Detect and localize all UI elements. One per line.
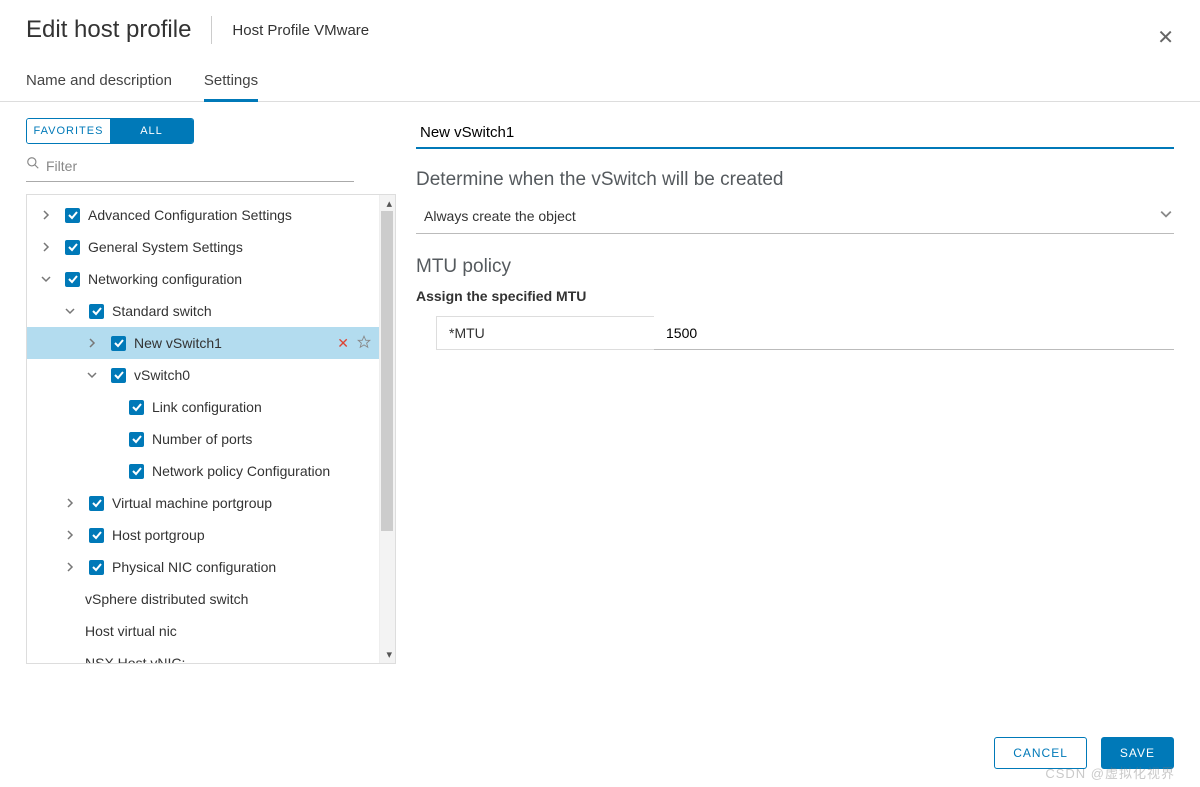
tree-item-advanced[interactable]: Advanced Configuration Settings (27, 199, 379, 231)
favorites-toggle[interactable]: FAVORITES (27, 119, 110, 143)
tree-view: Advanced Configuration Settings General … (27, 195, 379, 663)
tree-label: Network policy Configuration (152, 463, 379, 479)
checkbox[interactable] (89, 560, 104, 575)
scroll-down-icon[interactable]: ▾ (386, 648, 392, 661)
checkbox[interactable] (89, 496, 104, 511)
checkbox[interactable] (65, 240, 80, 255)
chevron-right-icon[interactable] (39, 240, 53, 254)
tree-item-general[interactable]: General System Settings (27, 231, 379, 263)
tree-item-host-portgroup[interactable]: Host portgroup (27, 519, 379, 551)
tree-item-vswitch0[interactable]: vSwitch0 (27, 359, 379, 391)
tree-item-number-ports[interactable]: Number of ports (27, 423, 379, 455)
filter-input[interactable] (46, 158, 354, 174)
chevron-right-icon[interactable] (63, 496, 77, 510)
tree-item-standard-switch[interactable]: Standard switch (27, 295, 379, 327)
tree-item-vsphere-dist[interactable]: vSphere distributed switch (27, 583, 379, 615)
checkbox[interactable] (111, 336, 126, 351)
checkbox[interactable] (111, 368, 126, 383)
tree-item-new-vswitch1[interactable]: New vSwitch1 ✕ (27, 327, 379, 359)
profile-name: Host Profile VMware (232, 22, 369, 39)
search-icon (26, 156, 40, 175)
tab-settings[interactable]: Settings (204, 72, 258, 102)
tree-item-network-policy[interactable]: Network policy Configuration (27, 455, 379, 487)
checkbox[interactable] (129, 400, 144, 415)
tab-name-description[interactable]: Name and description (26, 72, 172, 101)
scrollbar-thumb[interactable] (381, 211, 393, 531)
chevron-down-icon (1160, 207, 1172, 225)
tree-item-physical-nic[interactable]: Physical NIC configuration (27, 551, 379, 583)
mtu-policy-label: MTU policy (416, 256, 1174, 278)
tree-label: vSwitch0 (134, 367, 379, 383)
tree-label: New vSwitch1 (134, 335, 337, 351)
chevron-down-icon[interactable] (85, 368, 99, 382)
all-toggle[interactable]: ALL (110, 119, 193, 143)
close-icon[interactable]: ✕ (1157, 28, 1174, 48)
determine-label: Determine when the vSwitch will be creat… (416, 169, 1174, 191)
select-value: Always create the object (424, 208, 576, 224)
tree-label: vSphere distributed switch (85, 591, 379, 607)
tree-item-link-config[interactable]: Link configuration (27, 391, 379, 423)
mtu-assign-label: Assign the specified MTU (416, 288, 1174, 304)
checkbox[interactable] (65, 272, 80, 287)
tree-label: Host portgroup (112, 527, 379, 543)
tree-label: Number of ports (152, 431, 379, 447)
checkbox[interactable] (129, 464, 144, 479)
header-divider (211, 16, 212, 44)
cancel-button[interactable]: CANCEL (994, 737, 1087, 769)
mtu-input[interactable] (666, 325, 1162, 341)
tree-label: Networking configuration (88, 271, 379, 287)
chevron-right-icon[interactable] (39, 208, 53, 222)
checkbox[interactable] (89, 304, 104, 319)
view-toggle: FAVORITES ALL (26, 118, 194, 144)
tree-label: Advanced Configuration Settings (88, 207, 379, 223)
mtu-field-label: *MTU (436, 316, 654, 350)
scroll-up-icon[interactable]: ▴ (386, 197, 392, 210)
tree-label: NSX Host vNIC: (85, 655, 379, 663)
tree-item-vm-portgroup[interactable]: Virtual machine portgroup (27, 487, 379, 519)
chevron-right-icon[interactable] (63, 528, 77, 542)
tree-label: Link configuration (152, 399, 379, 415)
dialog-title: Edit host profile (26, 16, 191, 44)
tree-item-host-vnic[interactable]: Host virtual nic (27, 615, 379, 647)
tree-item-networking[interactable]: Networking configuration (27, 263, 379, 295)
tree-label: Virtual machine portgroup (112, 495, 379, 511)
delete-icon[interactable]: ✕ (337, 335, 349, 352)
checkbox[interactable] (89, 528, 104, 543)
item-name-input[interactable] (416, 118, 1174, 147)
chevron-down-icon[interactable] (39, 272, 53, 286)
tree-label: General System Settings (88, 239, 379, 255)
chevron-right-icon[interactable] (63, 560, 77, 574)
save-button[interactable]: SAVE (1101, 737, 1174, 769)
tree-label: Physical NIC configuration (112, 559, 379, 575)
tree-item-nsx-vnic[interactable]: NSX Host vNIC: (27, 647, 379, 663)
chevron-right-icon[interactable] (85, 336, 99, 350)
tree-label: Standard switch (112, 303, 379, 319)
chevron-down-icon[interactable] (63, 304, 77, 318)
tree-label: Host virtual nic (85, 623, 379, 639)
checkbox[interactable] (129, 432, 144, 447)
scrollbar[interactable]: ▴ ▾ (379, 195, 395, 663)
checkbox[interactable] (65, 208, 80, 223)
star-icon[interactable] (357, 335, 371, 352)
determine-select[interactable]: Always create the object (416, 201, 1174, 234)
